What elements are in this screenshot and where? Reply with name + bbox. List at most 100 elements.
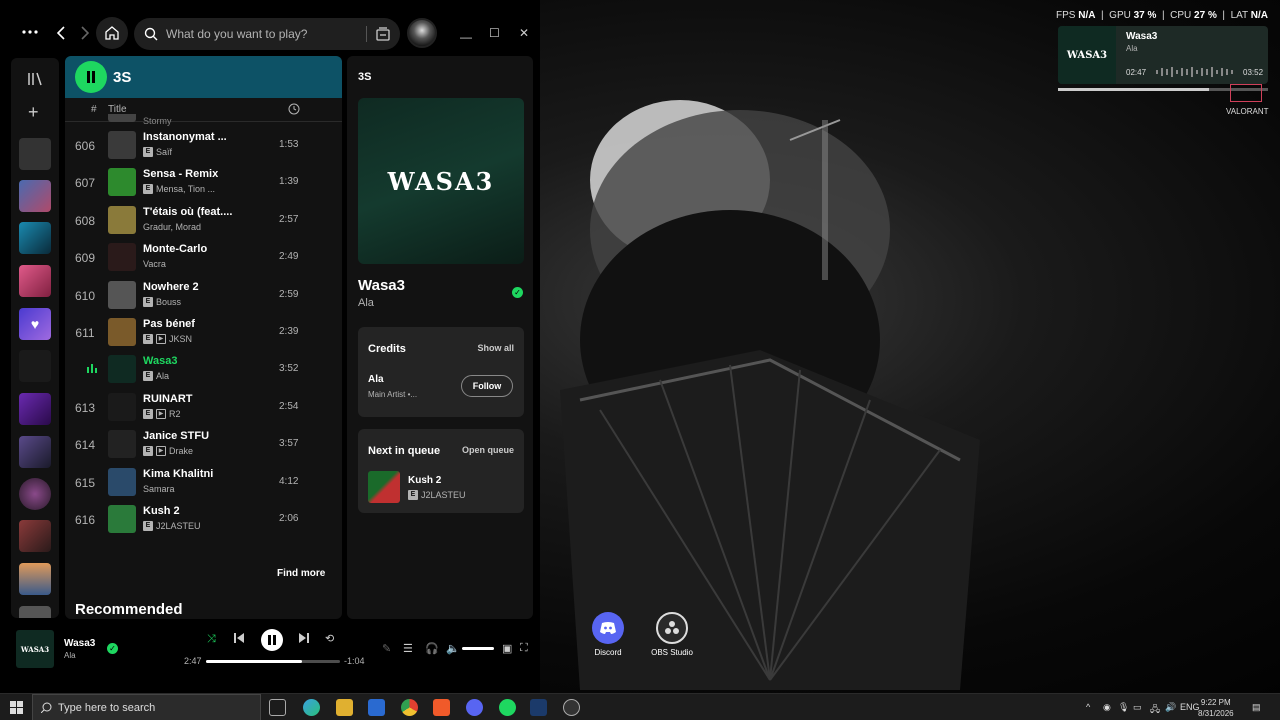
track-artist[interactable]: Vacra (143, 259, 166, 269)
library-item[interactable] (19, 222, 51, 254)
file-explorer-icon[interactable] (336, 699, 353, 716)
edge-icon[interactable] (303, 699, 320, 716)
track-name[interactable]: Kush 2 (143, 505, 180, 517)
player-song[interactable]: Wasa3 (64, 638, 95, 649)
track-row[interactable]: Wasa3 E Ala 3:52 (65, 351, 342, 388)
next-icon[interactable] (299, 633, 309, 643)
track-row[interactable]: 614 Janice STFU E ▶ Drake 3:57 (65, 426, 342, 463)
volume-icon[interactable]: 🔈 (446, 642, 460, 655)
spotify-taskbar-icon[interactable] (499, 699, 516, 716)
track-name[interactable]: Kima Khalitni (143, 468, 213, 480)
open-queue-link[interactable]: Open queue (462, 445, 514, 455)
tray-app-icon[interactable]: ◉ (1103, 702, 1111, 713)
track-artist[interactable]: Gradur, Morad (143, 222, 201, 232)
track-name[interactable]: Nowhere 2 (143, 281, 199, 293)
library-item[interactable] (19, 563, 51, 595)
liked-songs-item[interactable]: ♥ (19, 308, 51, 340)
task-view-icon[interactable] (269, 699, 286, 716)
track-name[interactable]: Wasa3 (143, 355, 177, 367)
player-album-art[interactable]: WASA3 (16, 630, 54, 668)
player-artist[interactable]: Ala (64, 651, 76, 660)
repeat-icon[interactable]: ⟲ (325, 632, 334, 645)
track-row[interactable]: 606 Instanonymat ... E Saïf 1:53 (65, 127, 342, 164)
track-row[interactable]: 616 Kush 2 E J2LASTEU 2:06 (65, 501, 342, 538)
taskbar-clock[interactable]: 9:22 PM 8/31/2026 (1198, 697, 1234, 719)
connect-device-icon[interactable]: 🎧 (425, 642, 439, 655)
progress-bar[interactable] (206, 660, 340, 663)
obs-taskbar-icon[interactable] (563, 699, 580, 716)
library-item[interactable] (19, 478, 51, 510)
track-row[interactable]: 615 Kima Khalitni Samara 4:12 (65, 464, 342, 501)
microphone-icon[interactable]: 🎙 (1118, 702, 1129, 713)
track-artist[interactable]: J2LASTEU (156, 521, 201, 531)
steam-icon[interactable] (530, 699, 547, 716)
forward-arrow-icon[interactable] (78, 24, 92, 42)
discord-taskbar-icon[interactable] (466, 699, 483, 716)
home-button[interactable] (96, 17, 128, 49)
player-saved-icon[interactable]: ✓ (107, 643, 118, 654)
network-icon[interactable]: 🖧 (1150, 702, 1160, 718)
track-artist[interactable]: R2 (169, 409, 181, 419)
close-icon[interactable]: ✕ (519, 26, 529, 40)
valorant-icon[interactable] (1230, 84, 1262, 102)
follow-button[interactable]: Follow (461, 375, 513, 397)
next-song-title[interactable]: Kush 2 (408, 475, 441, 486)
lyrics-icon[interactable]: ✎ (382, 642, 391, 655)
track-row[interactable]: 611 Pas bénef E ▶ JKSN 2:39 (65, 314, 342, 351)
previous-icon[interactable] (234, 633, 244, 643)
track-row[interactable]: 609 Monte-Carlo Vacra 2:49 (65, 239, 342, 276)
obs-shortcut[interactable]: OBS Studio (642, 612, 702, 657)
user-avatar[interactable] (407, 18, 437, 48)
track-name[interactable]: Janice STFU (143, 430, 209, 442)
volume-slider[interactable] (462, 647, 494, 650)
track-name[interactable]: RUINART (143, 393, 193, 405)
speaker-icon[interactable]: 🔊 (1165, 702, 1176, 713)
track-name[interactable]: T'étais où (feat.... (143, 206, 232, 218)
browse-icon[interactable] (375, 26, 391, 42)
pause-button[interactable] (261, 629, 283, 651)
saved-check-icon[interactable]: ✓ (512, 287, 523, 298)
credit-artist[interactable]: Ala (368, 374, 384, 385)
back-arrow-icon[interactable] (54, 24, 68, 42)
next-song-artist[interactable]: J2LASTEU (421, 490, 466, 500)
track-artist[interactable]: Saïf (156, 147, 172, 157)
windows-start-icon[interactable] (10, 701, 23, 714)
fullscreen-icon[interactable]: ⛶ (520, 642, 528, 655)
find-more-link[interactable]: Find more (277, 568, 325, 579)
store-icon[interactable] (368, 699, 385, 716)
language-indicator[interactable]: ENG (1180, 702, 1200, 712)
search-input[interactable]: What do you want to play? (134, 18, 400, 50)
display-icon[interactable]: ▭ (1133, 702, 1142, 713)
track-row[interactable]: 608 T'étais où (feat.... Gradur, Morad 2:57 (65, 202, 342, 239)
library-item[interactable] (19, 520, 51, 552)
track-name[interactable]: Pas bénef (143, 318, 195, 330)
library-item[interactable] (19, 393, 51, 425)
library-item[interactable] (19, 180, 51, 212)
shuffle-icon[interactable]: ⤨ (207, 633, 216, 646)
discord-shortcut[interactable]: Discord (578, 612, 638, 657)
show-all-link[interactable]: Show all (477, 343, 514, 353)
mini-player-widget[interactable]: WASA3 Wasa3 Ala 02:47 03:52 (1058, 26, 1268, 84)
track-row[interactable]: 613 RUINART E ▶ R2 2:54 (65, 389, 342, 426)
track-name[interactable]: Sensa - Remix (143, 168, 218, 180)
now-playing-song[interactable]: Wasa3 (358, 277, 405, 294)
taskbar-search[interactable]: Type here to search (32, 694, 261, 720)
library-item[interactable] (19, 436, 51, 468)
track-artist[interactable]: Samara (143, 484, 175, 494)
maximize-icon[interactable]: ☐ (489, 26, 500, 40)
library-item[interactable] (19, 606, 51, 618)
track-name[interactable]: Instanonymat ... (143, 131, 227, 143)
library-item[interactable] (19, 138, 51, 170)
library-icon[interactable] (27, 72, 43, 91)
now-playing-artist[interactable]: Ala (358, 297, 374, 309)
track-artist[interactable]: JKSN (169, 334, 192, 344)
library-item[interactable] (19, 350, 51, 382)
miniplayer-icon[interactable]: ▣ (502, 642, 512, 655)
track-artist[interactable]: Bouss (156, 297, 181, 307)
track-name[interactable]: Monte-Carlo (143, 243, 207, 255)
minimize-icon[interactable]: — (460, 30, 472, 44)
brave-icon[interactable] (433, 699, 450, 716)
library-item[interactable] (19, 265, 51, 297)
track-artist[interactable]: Ala (156, 371, 169, 381)
next-song-art[interactable] (368, 471, 400, 503)
